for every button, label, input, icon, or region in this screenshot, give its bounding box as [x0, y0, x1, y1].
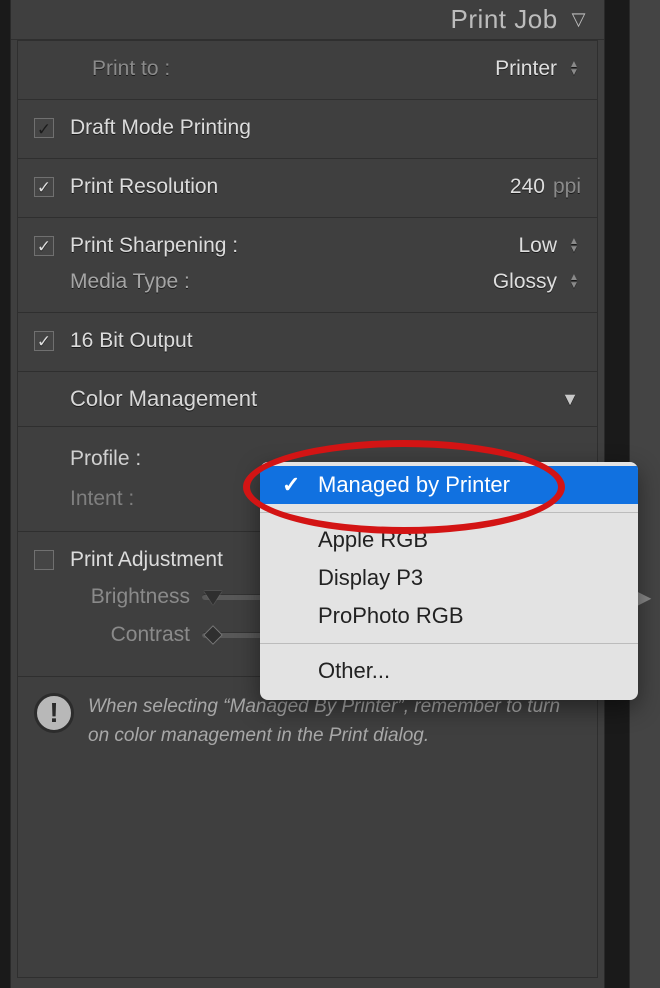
print-to-value[interactable]: Printer — [495, 57, 557, 81]
print-resolution-value[interactable]: 240 — [510, 175, 545, 199]
print-to-section: Print to : Printer ▲▼ — [18, 41, 597, 100]
sixteen-bit-checkbox[interactable]: ✓ — [34, 331, 54, 351]
sixteen-bit-label: 16 Bit Output — [70, 329, 193, 353]
slider-thumb-icon[interactable] — [203, 625, 223, 645]
print-resolution-label: Print Resolution — [70, 175, 218, 199]
menu-separator — [260, 643, 638, 644]
slider-thumb-icon[interactable] — [204, 591, 222, 605]
media-type-label: Media Type : — [34, 270, 190, 294]
print-sharpening-section: ✓ Print Sharpening : Low ▲▼ Media Type :… — [18, 218, 597, 313]
draft-mode-checkbox[interactable]: ✓ — [34, 118, 54, 138]
print-sharpening-checkbox[interactable]: ✓ — [34, 236, 54, 256]
brightness-label: Brightness — [70, 585, 190, 609]
dropdown-item-other[interactable]: Other... — [260, 652, 638, 690]
menu-separator — [260, 512, 638, 513]
stepper-icon[interactable]: ▲▼ — [567, 61, 581, 77]
dropdown-item-managed-by-printer[interactable]: Managed by Printer — [260, 466, 638, 504]
info-text: When selecting “Managed By Printer”, rem… — [88, 693, 569, 750]
chevron-down-icon: ▼ — [561, 389, 579, 410]
print-resolution-section: ✓ Print Resolution 240 ppi — [18, 159, 597, 218]
print-to-label: Print to : — [92, 57, 170, 81]
color-management-header[interactable]: Color Management ▼ — [18, 372, 597, 427]
dropdown-item-display-p3[interactable]: Display P3 — [260, 559, 638, 597]
contrast-label: Contrast — [70, 623, 190, 647]
print-resolution-unit: ppi — [553, 175, 581, 199]
intent-label: Intent : — [70, 487, 180, 511]
collapse-icon: ▽ — [572, 9, 586, 30]
draft-mode-section: ✓ Draft Mode Printing — [18, 100, 597, 159]
stepper-icon[interactable]: ▲▼ — [567, 238, 581, 254]
panel-header[interactable]: Print Job ▽ — [11, 0, 604, 40]
profile-label: Profile : — [70, 447, 180, 471]
profile-dropdown: Managed by Printer Apple RGB Display P3 … — [260, 462, 638, 700]
print-adjustment-label: Print Adjustment — [70, 548, 223, 572]
print-sharpening-label: Print Sharpening : — [70, 234, 238, 258]
chevron-right-icon[interactable]: ▶ — [636, 585, 652, 613]
color-management-label: Color Management — [70, 386, 257, 412]
draft-mode-label: Draft Mode Printing — [70, 116, 251, 140]
print-resolution-checkbox[interactable]: ✓ — [34, 177, 54, 197]
sixteen-bit-section: ✓ 16 Bit Output — [18, 313, 597, 372]
media-type-value[interactable]: Glossy — [493, 270, 557, 294]
print-adjustment-checkbox[interactable]: ✓ — [34, 550, 54, 570]
panel-title: Print Job — [451, 4, 558, 35]
warning-icon: ! — [34, 693, 74, 733]
dropdown-item-prophoto-rgb[interactable]: ProPhoto RGB — [260, 597, 638, 635]
dropdown-item-apple-rgb[interactable]: Apple RGB — [260, 521, 638, 559]
print-sharpening-value[interactable]: Low — [518, 234, 557, 258]
stepper-icon[interactable]: ▲▼ — [567, 274, 581, 290]
